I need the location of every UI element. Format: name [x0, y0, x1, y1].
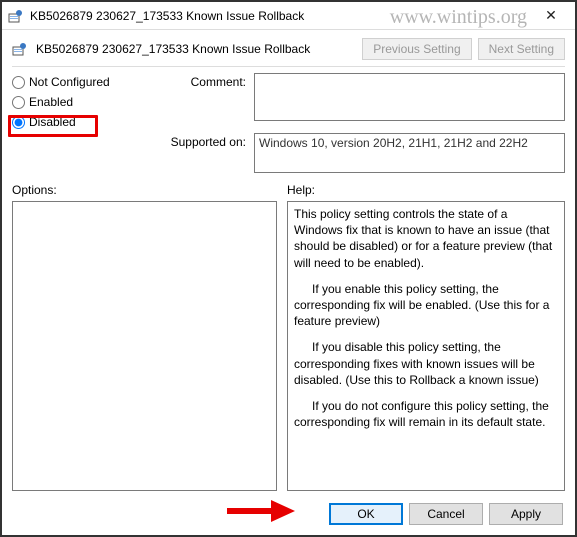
radio-disabled[interactable]: Disabled: [12, 115, 162, 129]
window-title: KB5026879 230627_173533 Known Issue Roll…: [30, 9, 531, 23]
header-row: KB5026879 230627_173533 Known Issue Roll…: [2, 30, 575, 66]
radio-enabled-label: Enabled: [29, 95, 73, 109]
titlebar: KB5026879 230627_173533 Known Issue Roll…: [2, 2, 575, 30]
supported-label: Supported on:: [170, 133, 246, 149]
state-radios: Not Configured Enabled Disabled: [12, 73, 162, 129]
policy-title: KB5026879 230627_173533 Known Issue Roll…: [36, 42, 354, 56]
radio-not-configured-label: Not Configured: [29, 75, 110, 89]
supported-on-text: Windows 10, version 20H2, 21H1, 21H2 and…: [259, 136, 528, 150]
close-button[interactable]: ✕: [531, 2, 571, 30]
dialog-buttons: OK Cancel Apply: [14, 503, 563, 525]
ok-button[interactable]: OK: [329, 503, 403, 525]
radio-disabled-label: Disabled: [29, 115, 76, 129]
apply-button[interactable]: Apply: [489, 503, 563, 525]
radio-not-configured-input[interactable]: [12, 76, 25, 89]
radio-enabled-input[interactable]: [12, 96, 25, 109]
help-label: Help:: [287, 183, 315, 197]
options-label: Options:: [12, 183, 277, 197]
previous-setting-button[interactable]: Previous Setting: [362, 38, 471, 60]
next-setting-button[interactable]: Next Setting: [478, 38, 565, 60]
radio-enabled[interactable]: Enabled: [12, 95, 162, 109]
comment-input[interactable]: [254, 73, 565, 121]
supported-on-box: Windows 10, version 20H2, 21H1, 21H2 and…: [254, 133, 565, 173]
options-panel: [12, 201, 277, 491]
help-paragraph: If you enable this policy setting, the c…: [294, 281, 558, 330]
help-paragraph: If you do not configure this policy sett…: [294, 398, 558, 430]
cancel-button[interactable]: Cancel: [409, 503, 483, 525]
help-panel: This policy setting controls the state o…: [287, 201, 565, 491]
comment-label: Comment:: [170, 73, 246, 129]
radio-disabled-input[interactable]: [12, 116, 25, 129]
help-paragraph: This policy setting controls the state o…: [294, 206, 558, 271]
help-paragraph: If you disable this policy setting, the …: [294, 339, 558, 388]
policy-icon: [12, 41, 28, 57]
policy-icon: [8, 8, 24, 24]
radio-not-configured[interactable]: Not Configured: [12, 75, 162, 89]
